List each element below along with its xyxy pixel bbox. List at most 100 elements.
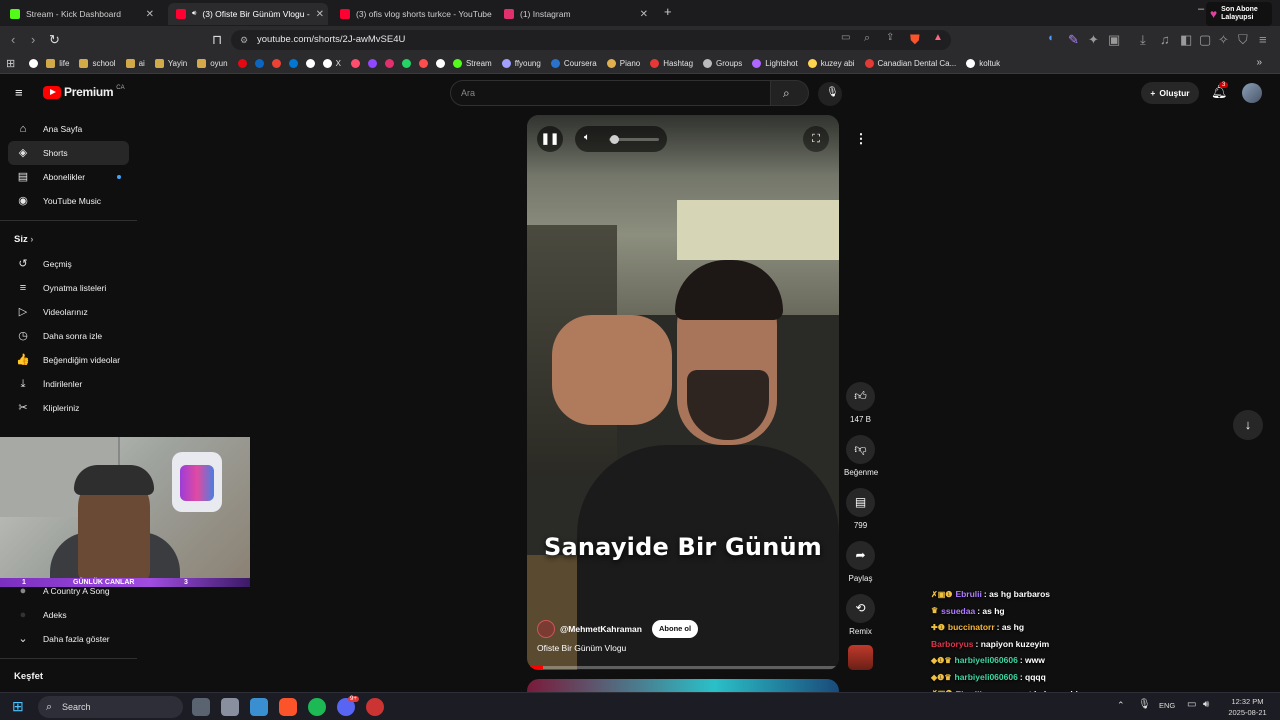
bookmark-item[interactable] — [367, 59, 377, 68]
bookmark-item[interactable]: Lightshot — [752, 59, 798, 68]
wallet-icon[interactable]: ▢ — [1199, 32, 1211, 48]
ai-assistant-icon[interactable]: ✎ — [1068, 32, 1079, 48]
sidebar-item-abonelikler[interactable]: ▤ Abonelikler — [8, 165, 129, 189]
chevron-up-icon[interactable]: ⌃ — [1117, 700, 1125, 711]
comments-button[interactable]: ▤ 799 — [844, 488, 877, 530]
bookmark-item[interactable] — [305, 59, 315, 68]
bookmark-item[interactable]: Piano — [606, 59, 640, 68]
bookmark-item[interactable]: Hashtag — [650, 59, 693, 68]
you-section[interactable]: Siz › — [14, 234, 33, 245]
browser-tab[interactable]: (3) ofis vlog shorts turkce - YouTube✕ — [332, 3, 492, 25]
apps-grid-icon[interactable]: ⊞ — [6, 57, 15, 70]
close-tab-icon[interactable]: ✕ — [146, 9, 154, 20]
bookmark-item[interactable]: life — [46, 59, 69, 68]
new-tab-button[interactable]: + — [664, 4, 672, 19]
bookmark-item[interactable] — [418, 59, 428, 68]
brave-browser-icon[interactable] — [279, 698, 297, 716]
sidebar-item-beğendiğim-videolar[interactable]: 👍 Beğendiğim videolar — [8, 348, 129, 372]
sidebar-item-oynatma-listeleri[interactable]: ≡ Oynatma listeleri — [8, 276, 129, 300]
bookmark-item[interactable]: X — [322, 59, 341, 68]
search-button[interactable]: ⌕ — [771, 80, 809, 106]
bookmark-item[interactable]: Groups — [703, 59, 742, 68]
next-short-button[interactable]: ↓ — [1233, 410, 1263, 440]
browser-tab[interactable]: 🔊︎ (3) Ofiste Bir Günüm Vlogu - ✕ — [168, 3, 328, 25]
shorts-player[interactable]: ❚❚ 🔈︎ ⛶ Sanayide Bir Günüm @MehmetKahram… — [527, 115, 839, 670]
share-page-icon[interactable]: ⇪ — [886, 32, 894, 43]
bookmark-item[interactable]: ffyoung — [501, 59, 541, 68]
sidebar-item-geçmiş[interactable]: ↺ Geçmiş — [8, 252, 129, 276]
sidebar-item-klipleriniz[interactable]: ✂ Klipleriniz — [8, 396, 129, 420]
reload-icon[interactable]: ↻ — [49, 32, 60, 48]
bookmark-item[interactable] — [29, 59, 39, 68]
extensions-icon[interactable]: ✦ — [1088, 32, 1099, 48]
read-aloud-icon[interactable]: ◖ — [1047, 32, 1054, 44]
pause-button[interactable]: ❚❚ — [537, 126, 563, 152]
speaker-icon[interactable]: 🔊︎ — [192, 10, 196, 18]
site-info-icon[interactable]: ⚙ — [240, 30, 248, 50]
bookmark-item[interactable] — [384, 59, 394, 68]
create-button[interactable]: + Oluştur — [1141, 82, 1199, 104]
browser-tab[interactable]: Stream - Kick Dashboard ✕ — [2, 3, 162, 25]
bookmark-item[interactable] — [254, 59, 264, 68]
bookmark-item[interactable]: koltuk — [966, 59, 1000, 68]
search-input[interactable]: Ara — [450, 80, 771, 106]
youtube-logo[interactable]: Premium CA — [43, 85, 125, 99]
app-icon[interactable] — [221, 698, 239, 716]
sidebar-item-shorts[interactable]: ◈ Shorts — [8, 141, 129, 165]
progress-bar[interactable] — [527, 666, 839, 669]
sidebar-toggle-icon[interactable]: ◧ — [1180, 32, 1192, 48]
dislike-button[interactable]: 👎︎ Beğenme — [844, 435, 878, 477]
more-options-button[interactable]: ⋮ — [848, 126, 874, 152]
more-bookmarks-icon[interactable]: » — [1256, 57, 1262, 68]
vpn-icon[interactable]: ⛉ — [1238, 32, 1248, 48]
sidebar-item-ana-sayfa[interactable]: ⌂ Ana Sayfa — [8, 117, 129, 141]
leo-icon[interactable]: ✧ — [1218, 32, 1229, 48]
bookmark-item[interactable]: Canadian Dental Ca... — [864, 59, 956, 68]
menu-icon[interactable]: ≡ — [1259, 32, 1267, 47]
minimize-icon[interactable]: – — [1198, 3, 1204, 15]
guide-menu-icon[interactable]: ≡ — [15, 85, 23, 100]
show-more-button[interactable]: ⌄ Daha fazla göster — [8, 627, 129, 651]
downloads-icon[interactable]: ⤓ — [1140, 32, 1146, 48]
windows-start-icon[interactable]: ⊞ — [12, 698, 24, 715]
voice-search-button[interactable]: 🎙 — [818, 82, 842, 106]
language-indicator[interactable]: ENG — [1159, 701, 1175, 710]
close-tab-icon[interactable]: ✕ — [316, 9, 324, 20]
volume-icon[interactable]: 🔊︎ — [1203, 699, 1209, 710]
subscribe-button[interactable]: Abone ol — [651, 620, 699, 638]
cast-icon[interactable]: ▭ — [841, 32, 850, 43]
bookmark-item[interactable]: Coursera — [550, 59, 597, 68]
task-view-icon[interactable] — [192, 698, 210, 716]
bookmark-item[interactable]: kuzey abi — [807, 59, 855, 68]
video-title[interactable]: Ofiste Bir Günüm Vlogu — [537, 643, 626, 653]
obs-icon[interactable] — [366, 698, 384, 716]
bookmark-item[interactable]: oyun — [197, 59, 228, 68]
next-short-preview[interactable] — [527, 679, 839, 692]
bookmark-item[interactable] — [271, 59, 281, 68]
volume-control[interactable]: 🔈︎ — [575, 126, 667, 152]
sidebar-item-videolarınız[interactable]: ▷ Videolarınız — [8, 300, 129, 324]
like-button[interactable]: 👍︎ 147 B — [844, 382, 877, 424]
brave-rewards-icon[interactable]: ▲ — [933, 32, 943, 43]
bookmark-page-icon[interactable]: ⊓ — [212, 32, 222, 48]
bookmark-item[interactable]: Yayin — [154, 59, 187, 68]
network-icon[interactable]: ▭ — [1187, 699, 1196, 710]
share-button[interactable]: ➦ Paylaş — [844, 541, 877, 583]
bookmark-item[interactable] — [288, 59, 298, 68]
fullscreen-button[interactable]: ⛶ — [803, 126, 829, 152]
close-tab-icon[interactable]: ✕ — [640, 9, 648, 20]
volume-slider-thumb[interactable] — [609, 135, 619, 144]
account-avatar[interactable] — [1242, 83, 1262, 103]
sound-source-thumbnail[interactable] — [848, 645, 873, 670]
bookmark-item[interactable] — [350, 59, 360, 68]
bookmark-item[interactable] — [237, 59, 247, 68]
tab-groups-icon[interactable]: ▣ — [1108, 32, 1120, 48]
media-icon[interactable]: ♫ — [1160, 32, 1170, 47]
browser-tab[interactable]: (1) Instagram ✕ — [496, 3, 656, 25]
taskbar-search[interactable]: ⌕ Search — [38, 696, 183, 718]
sidebar-item-daha-sonra-izle[interactable]: ◷ Daha sonra izle — [8, 324, 129, 348]
bookmark-item[interactable]: Stream — [452, 59, 492, 68]
sidebar-item-i-ndirilenler[interactable]: ⤓ İndirilenler — [8, 372, 129, 396]
bookmark-item[interactable] — [435, 59, 445, 68]
forward-icon[interactable]: › — [31, 32, 35, 47]
